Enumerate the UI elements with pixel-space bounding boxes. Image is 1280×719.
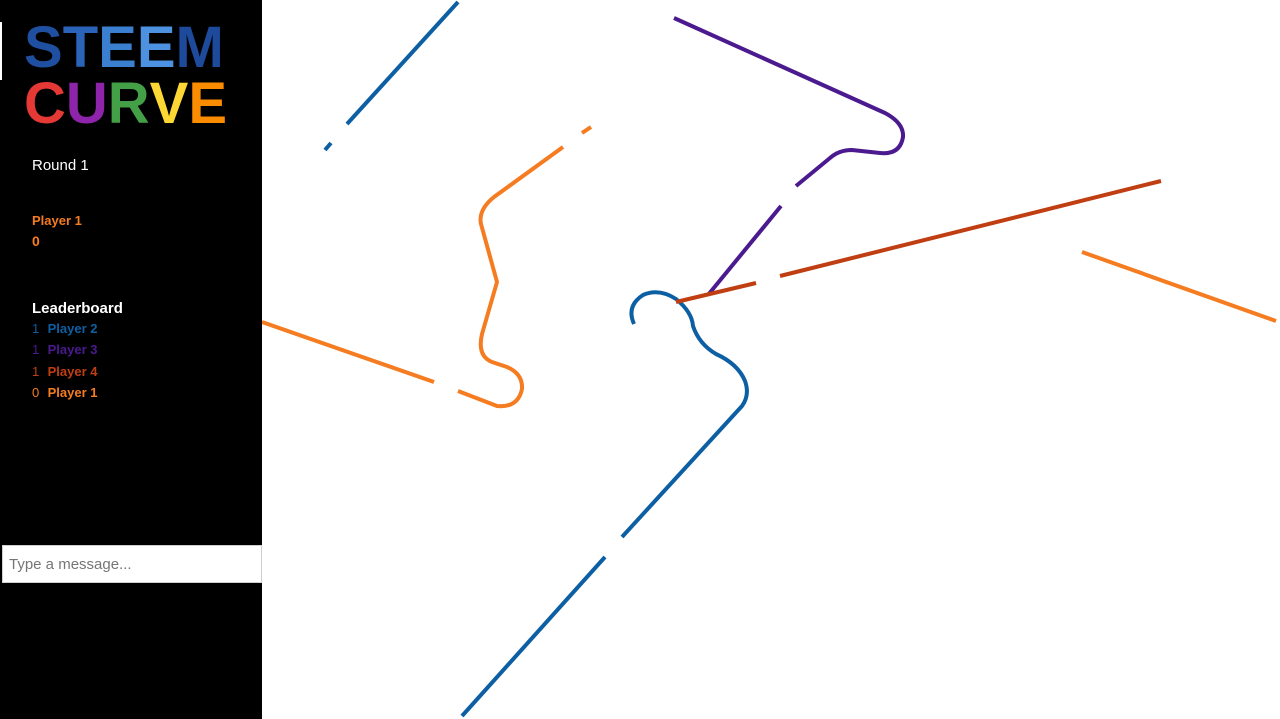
logo-letter: R [107,71,150,136]
leaderboard-list: 1 Player 2 1 Player 3 1 Player 4 0 Playe… [32,321,98,406]
player-2-trail-segment [460,555,607,718]
logo-letter: U [65,71,108,136]
player-1-trail-segment [1081,250,1277,323]
leaderboard-score: 0 [32,384,40,400]
logo-letter: E [188,71,228,136]
logo-letter: V [149,71,189,136]
leaderboard-score: 1 [32,321,40,336]
leaderboard-player-name: Player 2 [47,321,98,336]
player-3-trail-segment [706,204,783,297]
leaderboard-player-name: Player 1 [47,384,98,400]
leaderboard-title: Leaderboard [32,300,123,317]
logo-letter: M [175,15,224,80]
player-1-trail [262,125,1277,409]
player-2-trail [323,0,749,718]
chat-message-input[interactable] [2,545,262,583]
leaderboard-player-name: Player 4 [47,363,98,379]
player-1-trail-segment [580,125,593,135]
sidebar-edge-mark [0,22,2,80]
leaderboard-player-name: Player 3 [47,342,98,358]
current-player-score: 0 [32,233,40,249]
logo-letter: E [98,15,137,80]
player-1-trail-segment [262,320,435,384]
leaderboard-entry: 1 Player 3 [32,342,98,363]
logo-line-curve: CURVE [24,71,238,136]
leaderboard-score: 1 [32,342,40,358]
player-2-trail-segment [323,141,333,152]
game-app: STEEM CURVE Round 1 Player 1 0 Leaderboa… [0,0,1280,719]
player-4-trail [675,179,1162,304]
leaderboard-score: 1 [32,363,40,379]
logo-letter: T [62,15,99,80]
round-label: Round 1 [32,157,89,174]
logo-letter: E [136,15,176,80]
sidebar: STEEM CURVE Round 1 Player 1 0 Leaderboa… [0,0,262,719]
leaderboard-entry: 1 Player 2 [32,321,98,342]
logo-line-steem: STEEM [24,15,238,80]
leaderboard-entry: 1 Player 4 [32,364,98,385]
game-arena[interactable] [262,0,1280,719]
player-1-trail-segment [457,145,565,409]
player-2-trail-segment [345,0,460,126]
player-3-trail-segment [673,16,906,188]
arena-canvas[interactable] [262,0,1280,719]
current-player-name: Player 1 [32,213,82,228]
logo-letter: C [24,71,66,136]
steem-curve-logo: STEEM CURVE [24,15,238,136]
leaderboard-entry: 0 Player 1 [32,385,98,406]
player-2-trail-segment [620,290,749,539]
logo-letter: S [24,15,63,80]
